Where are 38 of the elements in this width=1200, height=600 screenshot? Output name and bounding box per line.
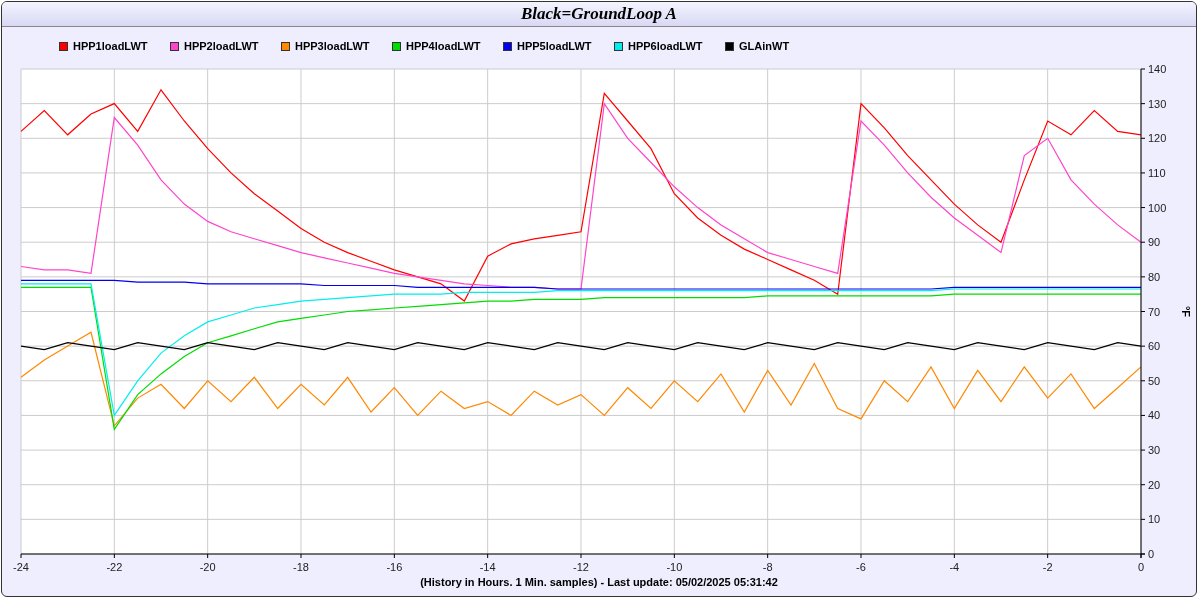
x-tick-label: -24 xyxy=(13,561,29,573)
legend-label: HPP1loadLWT xyxy=(73,40,148,52)
x-tick-label: -14 xyxy=(479,561,496,573)
x-axis-label: (History in Hours. 1 Min. samples) - Last update: 05/02/2025 05:31:42 xyxy=(419,576,779,588)
y-tick-label: 110 xyxy=(1148,166,1166,179)
chart-title: Black=GroundLoop A xyxy=(521,4,677,24)
legend-label: GLAinWT xyxy=(739,40,790,52)
y-tick-label: 120 xyxy=(1148,132,1167,145)
y-axis-label: °F xyxy=(1180,305,1192,318)
x-tick-label: -12 xyxy=(573,561,589,573)
legend-label: HPP6loadLWT xyxy=(628,40,703,52)
y-tick-label: 20 xyxy=(1148,478,1161,491)
legend-label: HPP3loadLWT xyxy=(295,40,370,52)
x-tick-label: -8 xyxy=(762,561,773,573)
y-tick-label: 100 xyxy=(1148,201,1167,214)
x-tick-label: -22 xyxy=(106,561,123,573)
x-tick-label: -4 xyxy=(949,561,960,573)
legend-label: HPP5loadLWT xyxy=(517,40,592,52)
y-tick-label: 10 xyxy=(1148,513,1161,526)
y-tick-label: 50 xyxy=(1148,374,1161,387)
x-tick-label: -20 xyxy=(199,561,216,573)
y-tick-label: 80 xyxy=(1148,270,1161,283)
y-tick-label: 60 xyxy=(1148,340,1161,353)
x-tick-label: -6 xyxy=(856,561,866,573)
x-tick-label: -2 xyxy=(1042,561,1053,573)
x-tick-label: -18 xyxy=(293,561,309,573)
x-tick-label: -16 xyxy=(386,561,403,573)
y-tick-label: 40 xyxy=(1148,409,1161,422)
y-tick-label: 130 xyxy=(1148,97,1167,110)
y-tick-label: 90 xyxy=(1148,236,1161,249)
y-tick-label: 70 xyxy=(1148,305,1161,318)
x-tick-label: -10 xyxy=(666,561,683,573)
x-tick-label: 0 xyxy=(1137,561,1145,573)
y-tick-label: 0 xyxy=(1148,548,1155,560)
legend-label: HPP4loadLWT xyxy=(406,40,481,52)
y-tick-label: 140 xyxy=(1148,65,1167,75)
legend-label: HPP2loadLWT xyxy=(184,40,259,52)
y-tick-label: 30 xyxy=(1148,444,1161,457)
